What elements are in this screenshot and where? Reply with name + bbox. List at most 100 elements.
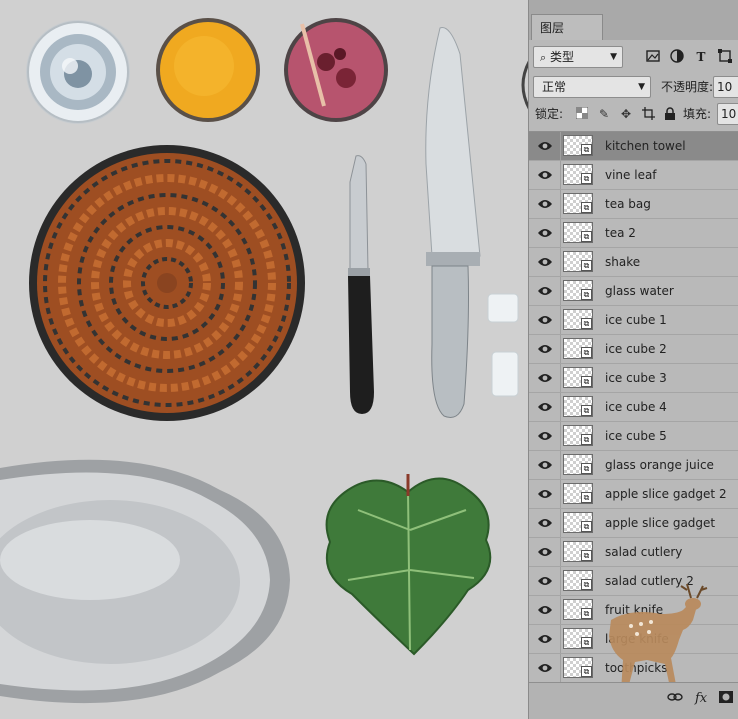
- eye-icon[interactable]: [533, 427, 557, 445]
- link-icon[interactable]: [667, 691, 683, 707]
- layer-row[interactable]: ⧉ shake: [529, 248, 738, 277]
- smart-object-icon: ⧉: [581, 144, 592, 155]
- type-filter-icon[interactable]: T: [693, 49, 709, 65]
- eye-icon[interactable]: [533, 398, 557, 416]
- shape-filter-icon[interactable]: [717, 49, 733, 65]
- eye-icon[interactable]: [533, 166, 557, 184]
- eye-icon[interactable]: [533, 659, 557, 677]
- layer-thumbnail[interactable]: ⧉: [563, 599, 593, 620]
- eye-icon[interactable]: [533, 369, 557, 387]
- eye-icon[interactable]: [533, 456, 557, 474]
- adjust-filter-icon[interactable]: [669, 49, 685, 65]
- lock-all-icon[interactable]: [663, 107, 677, 121]
- wicker-basket-object[interactable]: [26, 142, 308, 424]
- eye-icon[interactable]: [533, 514, 557, 532]
- layer-row[interactable]: ⧉ apple slice gadget 2: [529, 480, 738, 509]
- layer-thumbnail[interactable]: ⧉: [563, 483, 593, 504]
- glass-orange-juice-object[interactable]: [154, 16, 262, 124]
- eye-icon[interactable]: [533, 340, 557, 358]
- glass-water-object[interactable]: [24, 18, 132, 126]
- layer-row[interactable]: ⧉ glass orange juice: [529, 451, 738, 480]
- eye-icon[interactable]: [533, 543, 557, 561]
- metal-tray-object[interactable]: [0, 450, 294, 714]
- layer-thumbnail[interactable]: ⧉: [563, 541, 593, 562]
- layer-thumbnail[interactable]: ⧉: [563, 512, 593, 533]
- layer-row[interactable]: ⧉ ice cube 5: [529, 422, 738, 451]
- row-divider: [560, 277, 561, 305]
- blend-mode-select[interactable]: 正常 ▼: [533, 76, 651, 98]
- lock-paint-icon[interactable]: ✎: [597, 107, 611, 121]
- opacity-input[interactable]: 10: [713, 76, 738, 98]
- smart-object-icon: ⧉: [581, 231, 592, 242]
- layer-thumbnail[interactable]: ⧉: [563, 367, 593, 388]
- deer-image: [609, 583, 708, 692]
- eye-icon[interactable]: [533, 137, 557, 155]
- layer-row[interactable]: ⧉ ice cube 4: [529, 393, 738, 422]
- lock-artboard-icon[interactable]: [641, 107, 655, 121]
- canvas[interactable]: [0, 0, 530, 719]
- layer-thumbnail[interactable]: ⧉: [563, 164, 593, 185]
- type-filter-glyph: T: [696, 50, 706, 64]
- layer-row[interactable]: ⧉ glass water: [529, 277, 738, 306]
- smart-object-icon: ⧉: [581, 434, 592, 445]
- eye-icon[interactable]: [533, 195, 557, 213]
- image-filter-icon[interactable]: [645, 49, 661, 65]
- layer-row[interactable]: ⧉ ice cube 2: [529, 335, 738, 364]
- panel-footer: fx: [529, 682, 738, 719]
- fx-icon[interactable]: fx: [695, 691, 707, 706]
- large-knife-object[interactable]: [410, 24, 492, 426]
- fruit-knife-object[interactable]: [340, 152, 380, 418]
- layer-row[interactable]: ⧉ tea 2: [529, 219, 738, 248]
- eye-icon[interactable]: [533, 224, 557, 242]
- fill-input[interactable]: 10: [717, 103, 738, 125]
- fill-value: 10: [721, 107, 737, 121]
- layer-thumbnail[interactable]: ⧉: [563, 396, 593, 417]
- layer-thumbnail[interactable]: ⧉: [563, 454, 593, 475]
- tab-layers[interactable]: 图层: [531, 14, 603, 40]
- eye-icon[interactable]: [533, 253, 557, 271]
- eye-icon[interactable]: [533, 282, 557, 300]
- eye-icon[interactable]: [533, 572, 557, 590]
- layer-row[interactable]: ⧉ apple slice gadget: [529, 509, 738, 538]
- layer-thumbnail[interactable]: ⧉: [563, 657, 593, 678]
- mask-icon[interactable]: [719, 691, 733, 707]
- layer-thumbnail[interactable]: ⧉: [563, 280, 593, 301]
- smart-object-icon: ⧉: [581, 173, 592, 184]
- row-divider: [560, 335, 561, 363]
- layer-thumbnail[interactable]: ⧉: [563, 135, 593, 156]
- layer-row[interactable]: ⧉ ice cube 3: [529, 364, 738, 393]
- row-divider: [560, 306, 561, 334]
- filter-type-select[interactable]: ⌕ 类型 ▼: [533, 46, 623, 68]
- vine-leaf-object[interactable]: [318, 470, 498, 656]
- row-divider: [560, 509, 561, 537]
- ice-cube-object[interactable]: [486, 292, 522, 326]
- opacity-label: 不透明度:: [661, 80, 714, 94]
- ice-cube-object-2[interactable]: [490, 350, 522, 400]
- eye-icon[interactable]: [533, 311, 557, 329]
- layer-name: vine leaf: [605, 168, 657, 182]
- lock-transparent-icon[interactable]: [575, 106, 589, 121]
- layer-row[interactable]: ⧉ salad cutlery: [529, 538, 738, 567]
- layer-name: ice cube 2: [605, 342, 667, 356]
- layer-thumbnail[interactable]: ⧉: [563, 309, 593, 330]
- layer-row[interactable]: ⧉ kitchen towel: [529, 132, 738, 161]
- lock-move-icon[interactable]: ✥: [619, 107, 633, 121]
- layer-row[interactable]: ⧉ ice cube 1: [529, 306, 738, 335]
- layer-thumbnail[interactable]: ⧉: [563, 222, 593, 243]
- eye-icon[interactable]: [533, 601, 557, 619]
- layer-thumbnail[interactable]: ⧉: [563, 628, 593, 649]
- row-divider: [560, 451, 561, 479]
- layer-thumbnail[interactable]: ⧉: [563, 338, 593, 359]
- layer-thumbnail[interactable]: ⧉: [563, 193, 593, 214]
- eye-icon[interactable]: [533, 630, 557, 648]
- layer-thumbnail[interactable]: ⧉: [563, 425, 593, 446]
- layer-thumbnail[interactable]: ⧉: [563, 570, 593, 591]
- smart-object-icon: ⧉: [581, 492, 592, 503]
- layer-row[interactable]: ⧉ vine leaf: [529, 161, 738, 190]
- smart-object-icon: ⧉: [581, 289, 592, 300]
- layer-row[interactable]: ⧉ tea bag: [529, 190, 738, 219]
- shake-object[interactable]: [282, 16, 390, 124]
- layer-thumbnail[interactable]: ⧉: [563, 251, 593, 272]
- row-divider: [560, 248, 561, 276]
- eye-icon[interactable]: [533, 485, 557, 503]
